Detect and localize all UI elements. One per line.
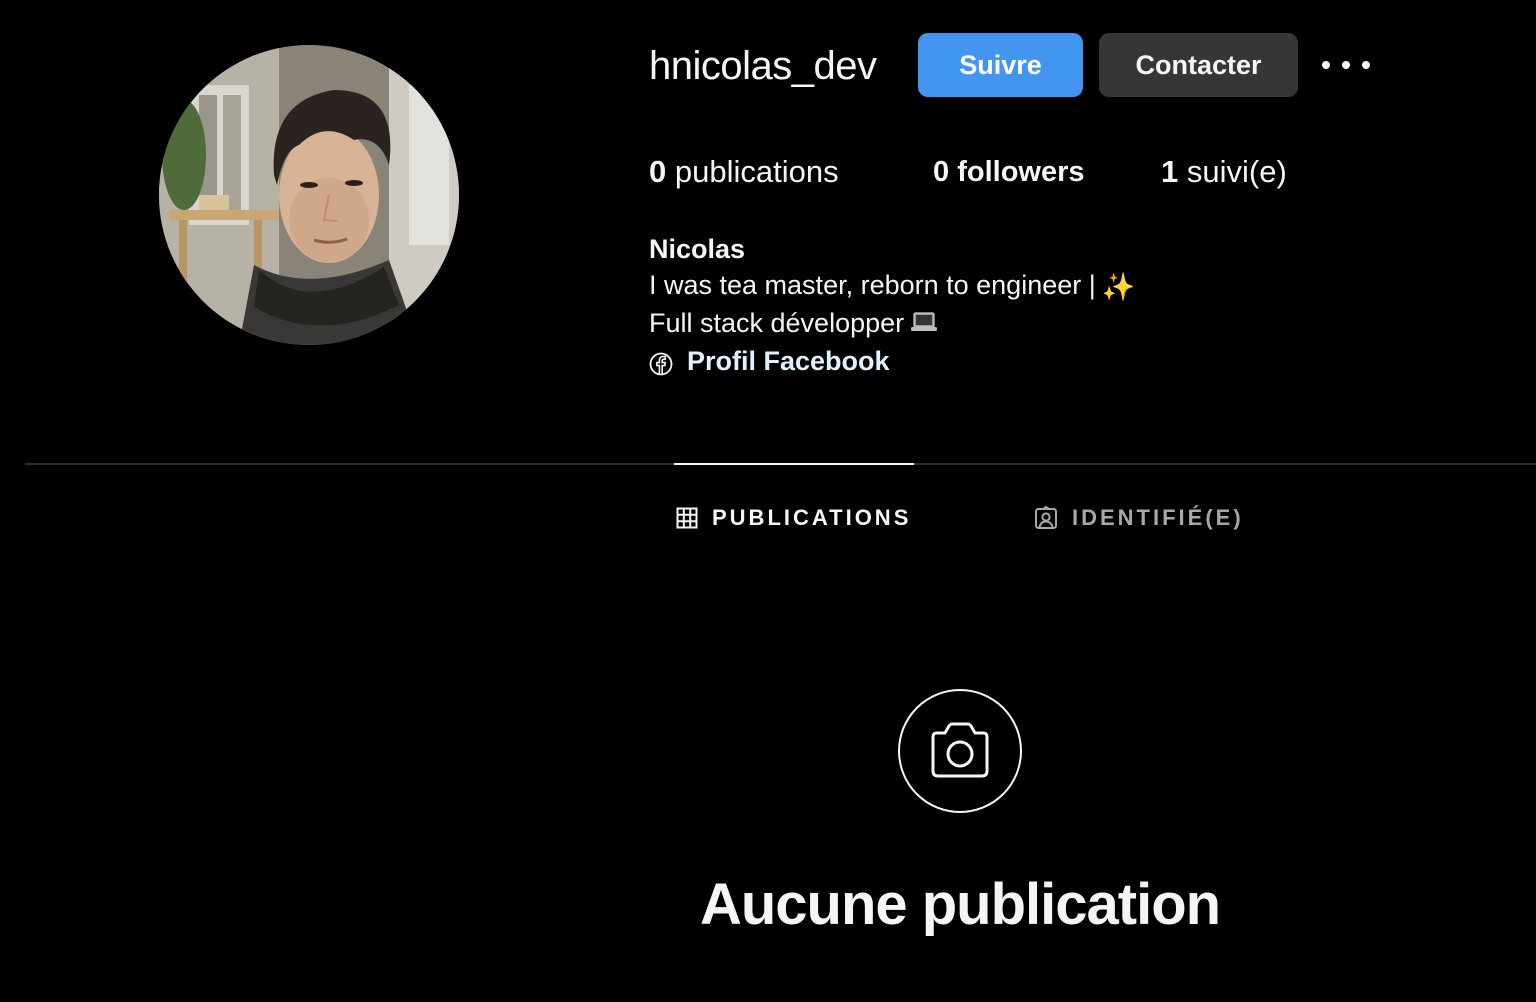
dot bbox=[1362, 61, 1370, 69]
follow-button[interactable]: Suivre bbox=[918, 33, 1083, 97]
profile-photo bbox=[159, 45, 459, 345]
grid-icon bbox=[676, 507, 698, 529]
facebook-icon bbox=[649, 349, 673, 376]
tab-publications[interactable]: PUBLICATIONS bbox=[676, 500, 911, 536]
followers-count: 0 bbox=[933, 156, 950, 188]
laptop-icon bbox=[910, 307, 938, 343]
contact-button[interactable]: Contacter bbox=[1099, 33, 1298, 97]
tagged-user-icon bbox=[1035, 506, 1057, 529]
empty-state-title: Aucune publication bbox=[699, 872, 1221, 937]
posts-label: publications bbox=[674, 154, 839, 189]
tab-publications-label: PUBLICATIONS bbox=[712, 505, 912, 530]
display-name: Nicolas bbox=[649, 234, 746, 264]
dot bbox=[1322, 61, 1330, 69]
camera-glyph bbox=[931, 722, 989, 778]
dot bbox=[1342, 61, 1350, 69]
profile-page: hnicolas_dev Suivre Contacter 0 publicat… bbox=[0, 0, 1536, 1002]
bio: Nicolas I was tea master, reborn to engi… bbox=[649, 231, 1135, 379]
facebook-profile-link[interactable]: Profil Facebook bbox=[649, 343, 1135, 379]
camera-icon bbox=[898, 689, 1022, 813]
bio-line-2: Full stack développer bbox=[649, 305, 1135, 343]
followers-stat[interactable]: 0 followers bbox=[933, 152, 1085, 192]
sparkles-icon: ✨ bbox=[1101, 271, 1136, 302]
following-count: 1 bbox=[1161, 154, 1179, 189]
bio-line-2-text: Full stack développer bbox=[649, 307, 905, 338]
following-label: suivi(e) bbox=[1186, 154, 1287, 189]
tab-tagged-label: IDENTIFIÉ(E) bbox=[1072, 505, 1244, 530]
following-stat[interactable]: 1 suivi(e) bbox=[1161, 152, 1287, 192]
avatar[interactable] bbox=[159, 45, 459, 345]
bio-line-1: I was tea master, reborn to engineer | ✨ bbox=[649, 267, 1135, 305]
posts-count-stat: 0 publications bbox=[649, 152, 839, 192]
posts-count: 0 bbox=[649, 154, 667, 189]
tab-tagged[interactable]: IDENTIFIÉ(E) bbox=[1034, 500, 1244, 536]
bio-line-1-text: I was tea master, reborn to engineer | bbox=[649, 270, 1096, 300]
followers-label: followers bbox=[957, 156, 1085, 188]
more-options-icon[interactable] bbox=[1322, 50, 1370, 80]
username: hnicolas_dev bbox=[649, 44, 877, 88]
facebook-link-label: Profil Facebook bbox=[687, 345, 890, 376]
active-tab-indicator bbox=[674, 463, 914, 465]
